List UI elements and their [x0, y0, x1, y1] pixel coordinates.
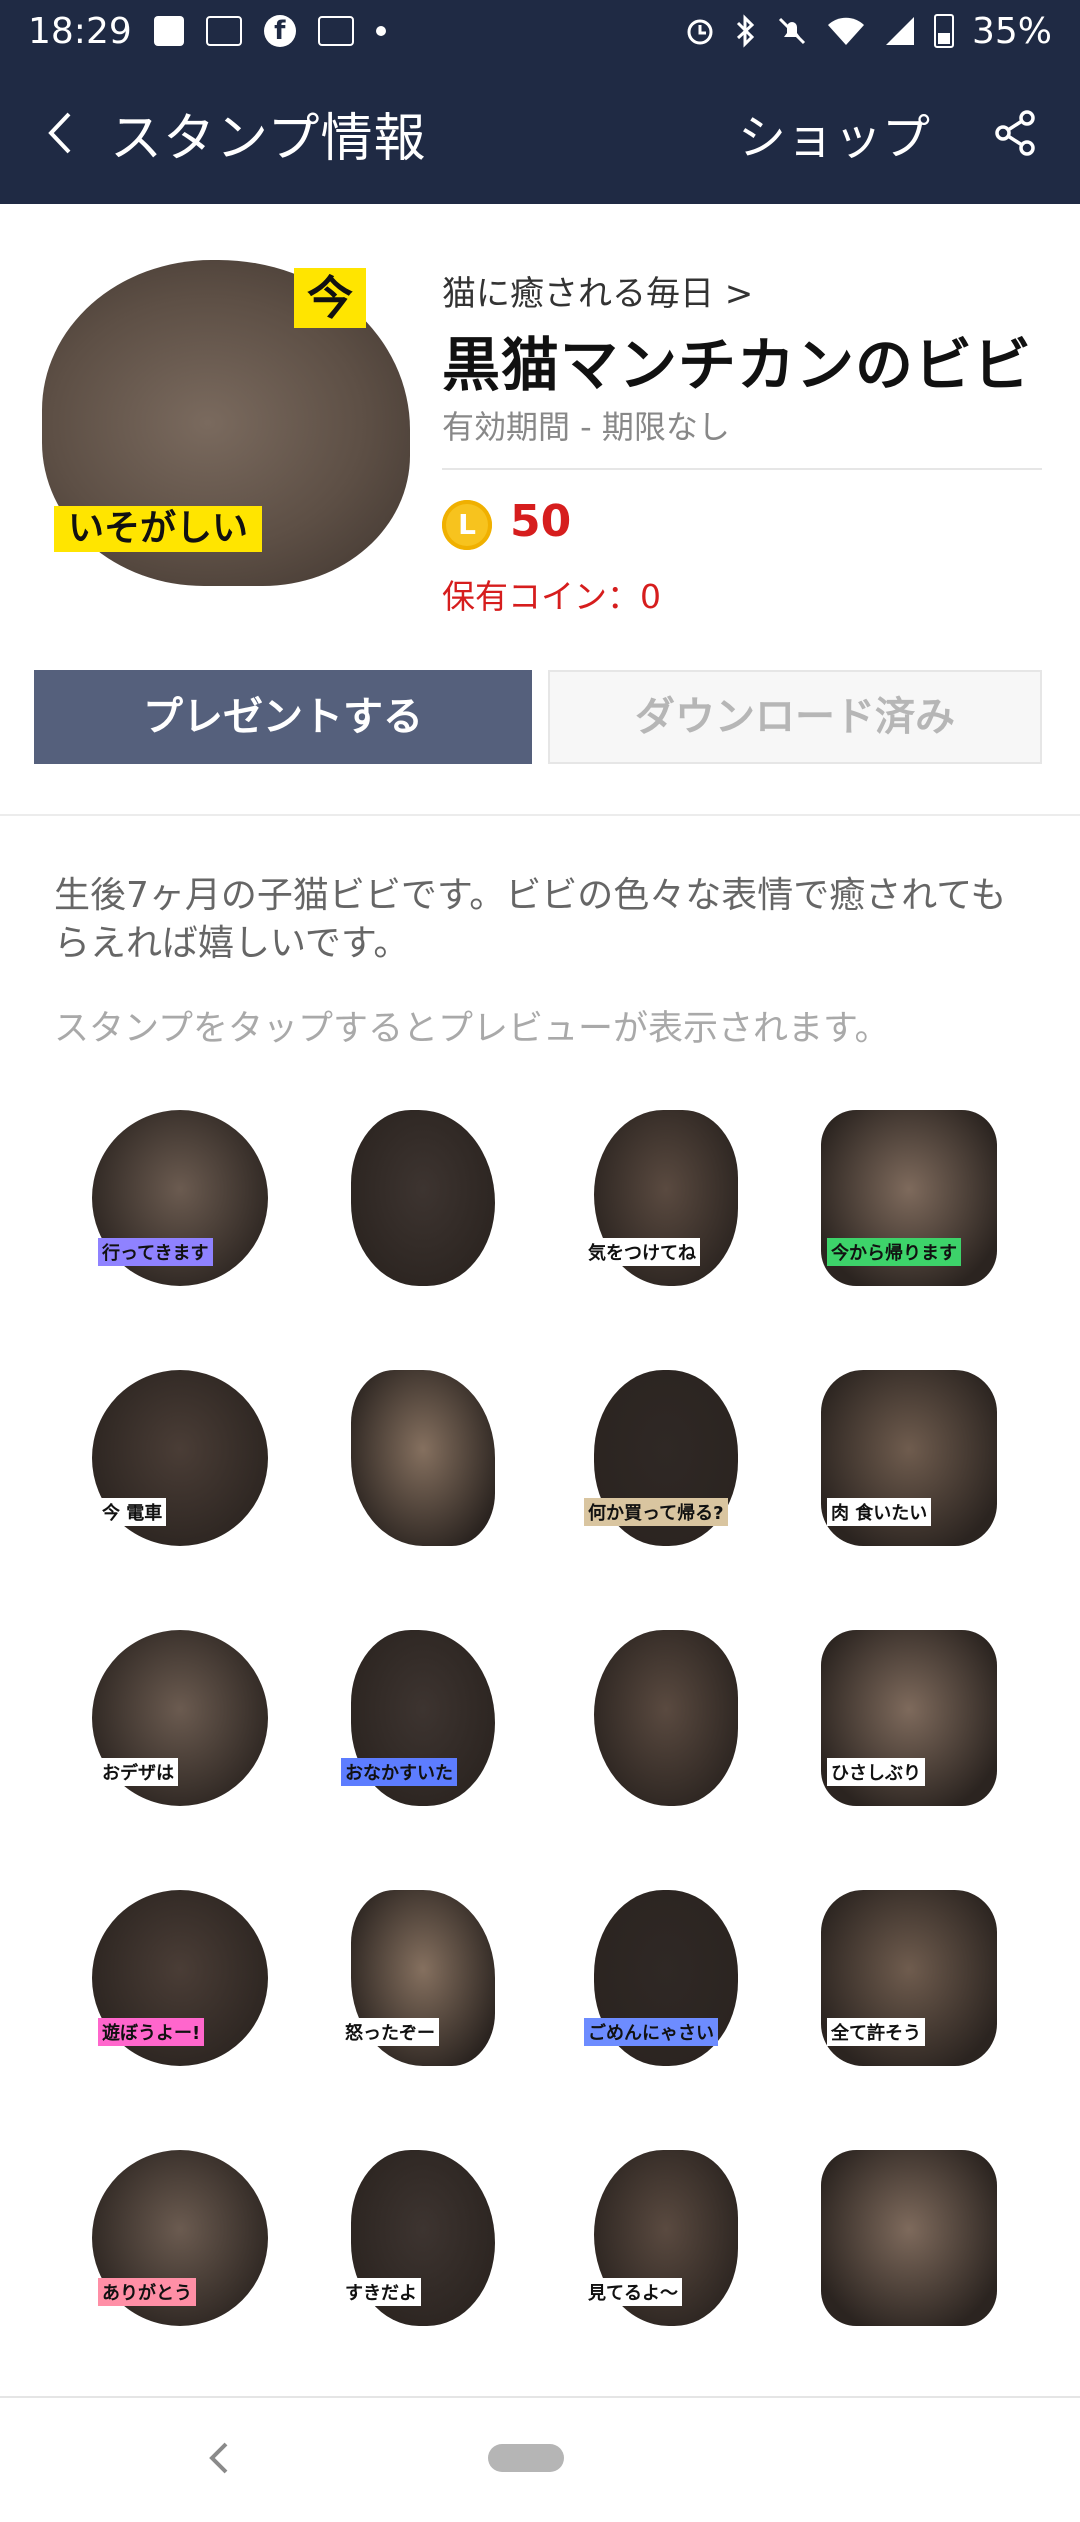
sticker-caption: おなかすいた	[341, 1758, 457, 1786]
gift-button[interactable]: プレゼントする	[34, 670, 532, 764]
pass-icon	[205, 16, 242, 46]
section-divider	[0, 814, 1080, 816]
divider	[442, 468, 1042, 470]
main-sticker-caption: いそがしい	[54, 506, 262, 552]
share-icon	[995, 110, 1035, 156]
sticker-caption: 肉 食いたい	[827, 1498, 932, 1526]
sticker-item[interactable]	[335, 1110, 511, 1286]
sticker-caption: ひさしぶり	[827, 1758, 925, 1786]
wifi-icon	[827, 17, 864, 45]
mute-icon	[778, 17, 806, 45]
sticker-item[interactable]: 遊ぼうよー!	[92, 1890, 268, 2066]
sticker-item[interactable]: 全て許そう	[821, 1890, 997, 2066]
status-time: 18:29	[28, 10, 132, 52]
preview-hint: スタンプをタップするとプレビューが表示されます。	[54, 1009, 890, 1049]
back-button[interactable]	[30, 93, 90, 173]
sticker-caption: 今 電車	[98, 1498, 167, 1526]
validity-text: 有効期間 - 期限なし	[442, 408, 730, 446]
nav-back-button[interactable]	[190, 2428, 250, 2488]
battery-icon	[933, 14, 954, 48]
dot-icon	[375, 26, 386, 36]
sticker-item[interactable]: 行ってきます	[92, 1110, 268, 1286]
sticker-item[interactable]: ひさしぶり	[821, 1630, 997, 1806]
sticker-item[interactable]: ごめんにゃさい	[578, 1890, 754, 2066]
page-title: スタンプ情報	[110, 108, 427, 169]
main-sticker-caption: 今	[294, 268, 366, 328]
sticker-item[interactable]: 気をつけてね	[578, 1110, 754, 1286]
sticker-item[interactable]: 今 電車	[92, 1370, 268, 1546]
sticker-item[interactable]: おなかすいた	[335, 1630, 511, 1806]
sticker-caption: 気をつけてね	[584, 1238, 700, 1266]
description: 生後7ヶ月の子猫ビビです。ビビの色々な表情で癒されてもらえれば嬉しいです。	[54, 875, 1007, 964]
sticker-item[interactable]: 肉 食いたい	[821, 1370, 997, 1546]
sticker-caption: 怒ったぞー	[341, 2018, 439, 2046]
sticker-item[interactable]: 見てるよ〜	[578, 2150, 754, 2326]
sticker-caption: ごめんにゃさい	[584, 2018, 718, 2046]
downloaded-button[interactable]: ダウンロード済み	[548, 670, 1042, 764]
alarm-icon	[687, 19, 713, 45]
sticker-item[interactable]: 怒ったぞー	[335, 1890, 511, 2066]
sticker-item[interactable]: 今から帰ります	[821, 1110, 997, 1286]
sticker-caption: 全て許そう	[827, 2018, 925, 2046]
sticker-item[interactable]	[335, 1370, 511, 1546]
sticker-caption: 何か買って帰る?	[584, 1498, 728, 1526]
signal-icon	[885, 17, 914, 45]
price: 50	[510, 496, 572, 547]
sticker-item[interactable]: 何か買って帰る?	[578, 1370, 754, 1546]
sticker-image	[351, 1110, 495, 1286]
sticker-caption: おデザは	[98, 1758, 178, 1786]
battery-percent: 35%	[971, 10, 1052, 52]
sticker-item[interactable]	[821, 2150, 997, 2326]
sticker-item[interactable]: すきだよ	[335, 2150, 511, 2326]
sticker-image	[594, 1630, 738, 1806]
owned-coins: 保有コイン：0	[442, 577, 661, 616]
sticker-image	[821, 2150, 997, 2326]
coin-icon: L	[442, 500, 492, 550]
sticker-caption: 今から帰ります	[827, 1238, 961, 1266]
pass-icon	[317, 16, 354, 46]
sticker-image	[351, 1370, 495, 1546]
sticker-item[interactable]: おデザは	[92, 1630, 268, 1806]
sticker-caption: 見てるよ〜	[584, 2278, 682, 2306]
message-icon	[153, 16, 184, 46]
share-button[interactable]	[980, 93, 1050, 173]
shop-link[interactable]: ショップ	[738, 98, 930, 168]
status-bar: 18:29 f 35%	[0, 0, 1080, 62]
chevron-left-icon	[48, 112, 71, 154]
product-name: 黒猫マンチカンのビビ	[442, 331, 1033, 399]
nav-home-button[interactable]	[488, 2444, 564, 2472]
facebook-icon: f	[263, 15, 296, 47]
bluetooth-icon	[736, 14, 755, 48]
author-link[interactable]: 猫に癒される毎日 >	[442, 266, 753, 315]
app-header: スタンプ情報 ショップ	[0, 62, 1080, 204]
sticker-item[interactable]: ありがとう	[92, 2150, 268, 2326]
sticker-caption: ありがとう	[98, 2278, 196, 2306]
system-nav-bar	[0, 2396, 1080, 2522]
sticker-caption: 遊ぼうよー!	[98, 2018, 205, 2046]
sticker-caption: すきだよ	[341, 2278, 421, 2306]
sticker-caption: 行ってきます	[98, 1238, 213, 1266]
chevron-left-icon	[209, 2442, 228, 2474]
sticker-item[interactable]	[578, 1630, 754, 1806]
